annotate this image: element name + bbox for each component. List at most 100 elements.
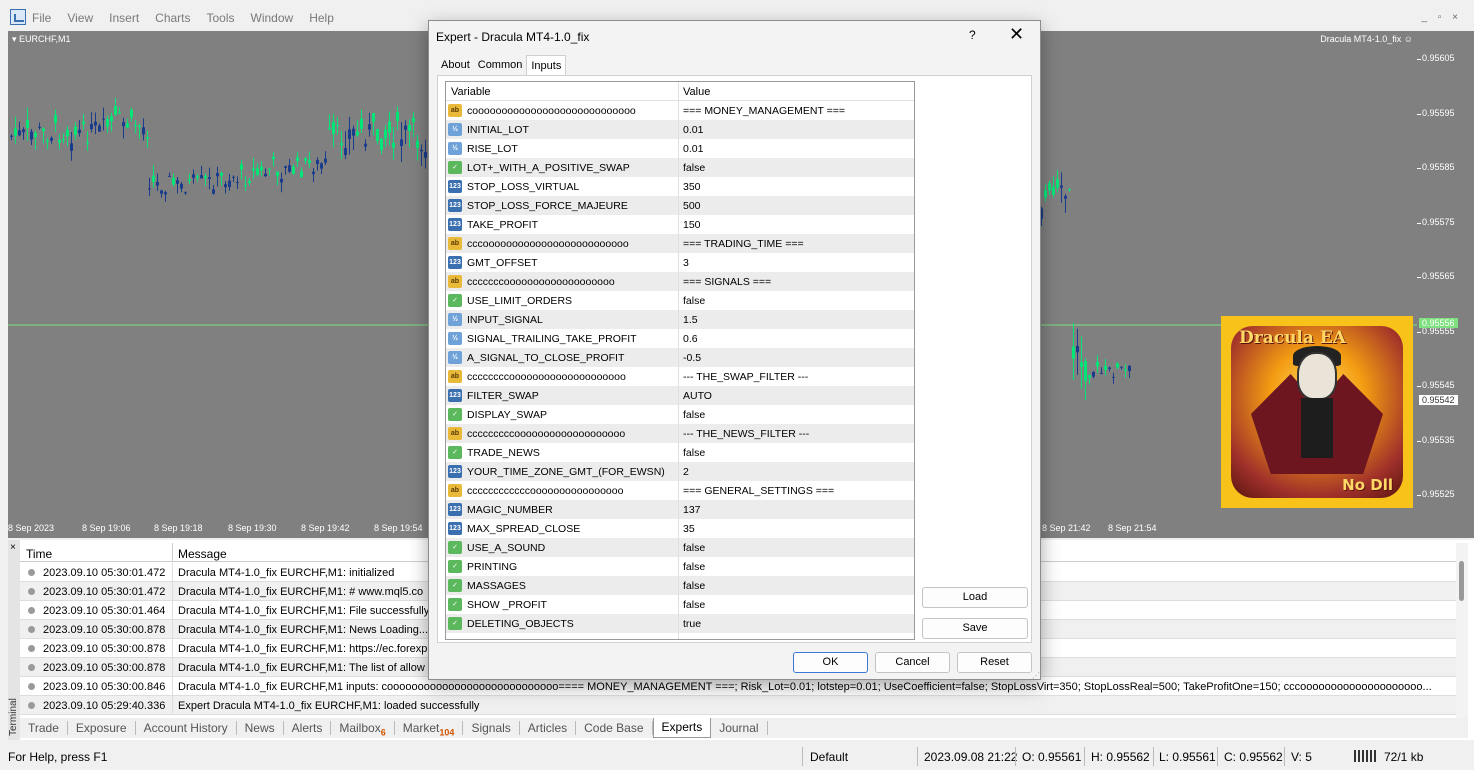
param-value[interactable]: false	[683, 599, 705, 611]
input-param-row[interactable]: ab coooooooooooooooooooooooooooo === MONEY…	[446, 101, 914, 120]
input-param-row[interactable]: ½ INPUT_SIGNAL 1.5	[446, 310, 914, 329]
resize-grip-icon[interactable]: ⋰	[1032, 671, 1040, 680]
tab-common[interactable]: Common	[474, 55, 527, 75]
menu-file[interactable]: File	[32, 11, 51, 25]
input-param-row[interactable]: ✓ USE_A_SOUND false	[446, 538, 914, 557]
log-row[interactable]: 2023.09.10 05:29:40.336 Expert Dracula MT…	[20, 696, 1456, 715]
menu-insert[interactable]: Insert	[109, 11, 139, 25]
param-value[interactable]: 3	[683, 257, 689, 269]
terminal-tab-account-history[interactable]: Account History	[136, 721, 237, 735]
menu-window[interactable]: Window	[251, 11, 294, 25]
input-param-row[interactable]: 123 MAX_SPREAD_CLOSE 35	[446, 519, 914, 538]
menu-view[interactable]: View	[67, 11, 93, 25]
input-param-row[interactable]: ✓ DELETING_OBJECTS true	[446, 614, 914, 633]
terminal-tab-signals[interactable]: Signals	[463, 721, 520, 735]
terminal-tab-trade[interactable]: Trade	[20, 721, 68, 735]
terminal-tab-market[interactable]: Market104	[395, 721, 464, 737]
param-value[interactable]: === GENERAL_SETTINGS ===	[683, 485, 834, 497]
close-icon[interactable]: ✕	[1009, 24, 1024, 45]
input-param-row[interactable]: ½ A_SIGNAL_TO_CLOSE_PROFIT -0.5	[446, 348, 914, 367]
param-value[interactable]: false	[683, 561, 705, 573]
param-value[interactable]: true	[683, 618, 701, 630]
reset-button[interactable]: Reset	[957, 652, 1032, 673]
input-param-row[interactable]: ab ccccccccoooooooooooooooooooo --- THE_SW…	[446, 367, 914, 386]
column-value[interactable]: Value	[683, 86, 710, 98]
param-value[interactable]: 1.5	[683, 314, 698, 326]
candle-body	[368, 124, 371, 130]
param-value[interactable]: === TRADING_TIME ===	[683, 238, 804, 250]
cancel-button[interactable]: Cancel	[875, 652, 950, 673]
input-param-row[interactable]: ✓ MASSAGES false	[446, 576, 914, 595]
param-value[interactable]: AUTO	[683, 390, 712, 402]
param-value[interactable]: false	[683, 409, 705, 421]
input-param-row[interactable]: 123 GMT_OFFSET 3	[446, 253, 914, 272]
param-value[interactable]: false	[683, 447, 705, 459]
input-param-row[interactable]: ab cccooooooooooooooooooooooooo === TRADIN…	[446, 234, 914, 253]
menu-tools[interactable]: Tools	[207, 11, 235, 25]
ok-button[interactable]: OK	[793, 652, 868, 673]
app-chart-icon[interactable]	[10, 9, 26, 25]
input-param-row[interactable]: 123 TAKE_PROFIT 150	[446, 215, 914, 234]
param-value[interactable]: 0.01	[683, 124, 703, 136]
terminal-tab-articles[interactable]: Articles	[520, 721, 577, 735]
input-param-row[interactable]: ½ SIGNAL_TRAILING_TAKE_PROFIT 0.6	[446, 329, 914, 348]
dialog-titlebar[interactable]: Expert - Dracula MT4-1.0_fix ? ✕	[429, 21, 1040, 53]
terminal-tab-journal[interactable]: Journal	[711, 721, 768, 735]
param-value[interactable]: -0.5	[683, 352, 701, 364]
input-param-row[interactable]: ab ccccccccccccoooooooooooooooo === GENERA…	[446, 481, 914, 500]
param-value[interactable]: 35	[683, 523, 695, 535]
scrollbar-thumb[interactable]	[1459, 561, 1464, 601]
param-value[interactable]: === MONEY_MANAGEMENT ===	[683, 105, 845, 117]
param-value[interactable]: false	[683, 162, 705, 174]
input-param-row[interactable]: 123 MAGIC_NUMBER 137	[446, 500, 914, 519]
param-value[interactable]: false	[683, 580, 705, 592]
save-button[interactable]: Save	[922, 618, 1028, 639]
terminal-tab-alerts[interactable]: Alerts	[284, 721, 332, 735]
param-value[interactable]: 500	[683, 200, 701, 212]
input-param-row[interactable]: ab cccccccccooooooooooooooooooo --- THE_NE…	[446, 424, 914, 443]
param-value[interactable]: --- THE_NEWS_FILTER ---	[683, 428, 809, 440]
status-profile[interactable]: Default	[810, 750, 848, 764]
param-value[interactable]: false	[683, 295, 705, 307]
menu-help[interactable]: Help	[309, 11, 334, 25]
log-time: 2023.09.10 05:30:00.878	[43, 624, 166, 636]
input-param-row[interactable]: ✓ LOT+_WITH_A_POSITIVE_SWAP false	[446, 158, 914, 177]
terminal-close-icon[interactable]: ×	[10, 542, 16, 553]
param-value[interactable]: false	[683, 542, 705, 554]
param-value[interactable]: 0.01	[683, 143, 703, 155]
input-param-row[interactable]: ✓ TRADE_NEWS false	[446, 443, 914, 462]
menu-charts[interactable]: Charts	[155, 11, 190, 25]
param-value[interactable]: 137	[683, 504, 701, 516]
input-param-row[interactable]: 123 YOUR_TIME_ZONE_GMT_(FOR_EWSN) 2	[446, 462, 914, 481]
tab-about[interactable]: About	[437, 55, 474, 75]
help-icon[interactable]: ?	[969, 28, 976, 42]
param-value[interactable]: === SIGNALS ===	[683, 276, 771, 288]
load-button[interactable]: Load	[922, 587, 1028, 608]
input-param-row[interactable]: ✓ SHOW _PROFIT false	[446, 595, 914, 614]
input-param-row[interactable]: ✓ PRINTING false	[446, 557, 914, 576]
input-param-row[interactable]: ½ RISE_LOT 0.01	[446, 139, 914, 158]
param-value[interactable]: 150	[683, 219, 701, 231]
input-param-row[interactable]: ✓ DISPLAY_SWAP false	[446, 405, 914, 424]
input-param-row[interactable]: ½ INITIAL_LOT 0.01	[446, 120, 914, 139]
column-time[interactable]: Time	[26, 547, 52, 561]
input-param-row[interactable]: ✓ USE_LIMIT_ORDERS false	[446, 291, 914, 310]
input-param-row[interactable]: 123 STOP_LOSS_FORCE_MAJEURE 500	[446, 196, 914, 215]
terminal-tab-exposure[interactable]: Exposure	[68, 721, 136, 735]
window-controls[interactable]: _ ▫ ×	[1421, 12, 1462, 23]
input-param-row[interactable]: 123 FILTER_SWAP AUTO	[446, 386, 914, 405]
terminal-tab-news[interactable]: News	[237, 721, 284, 735]
param-value[interactable]: 0.6	[683, 333, 698, 345]
terminal-tab-code-base[interactable]: Code Base	[576, 721, 653, 735]
tab-inputs[interactable]: Inputs	[526, 55, 567, 75]
column-message[interactable]: Message	[178, 547, 227, 561]
terminal-tab-mailbox[interactable]: Mailbox6	[331, 721, 395, 737]
param-value[interactable]: 350	[683, 181, 701, 193]
column-variable[interactable]: Variable	[451, 86, 491, 98]
param-value[interactable]: --- THE_SWAP_FILTER ---	[683, 371, 808, 383]
input-param-row[interactable]: 123 STOP_LOSS_VIRTUAL 350	[446, 177, 914, 196]
terminal-scrollbar[interactable]	[1456, 543, 1468, 719]
input-param-row[interactable]: ab cccccccooooooooooooooooooo === SIGNALS …	[446, 272, 914, 291]
terminal-tab-experts[interactable]: Experts	[652, 718, 712, 738]
param-value[interactable]: 2	[683, 466, 689, 478]
